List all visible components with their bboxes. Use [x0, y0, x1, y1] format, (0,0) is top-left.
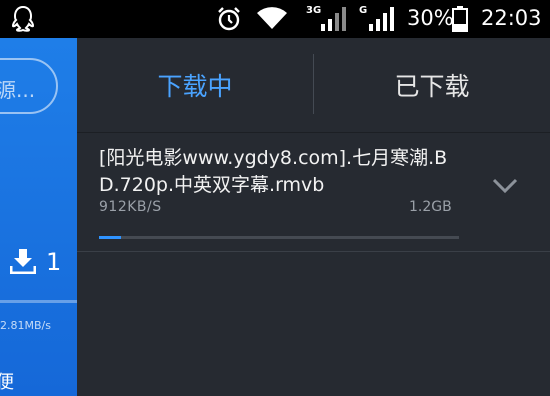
- network-g-label: G: [359, 5, 368, 16]
- battery-icon: [452, 6, 468, 32]
- drawer-bottom-label[interactable]: 便: [0, 368, 14, 394]
- side-drawer: 源... 1 2.81MB/s 便: [0, 38, 77, 396]
- download-icon[interactable]: [10, 248, 36, 274]
- download-count: 1: [46, 248, 62, 276]
- download-title: [阳光电影www.ygdy8.com].七月寒潮.BD.720p.中英双字幕.r…: [99, 147, 448, 196]
- tab-downloading[interactable]: 下载中: [77, 38, 313, 132]
- alarm-icon: [218, 7, 240, 31]
- battery-percent: 30%: [407, 6, 454, 30]
- tab-downloaded[interactable]: 已下载: [314, 38, 550, 132]
- download-size: 1.2GB: [409, 199, 452, 215]
- signal-icon: [369, 7, 394, 31]
- qq-icon: [11, 5, 35, 32]
- drawer-speed: 2.81MB/s: [0, 319, 51, 332]
- download-speed: 912KB/S: [99, 199, 162, 215]
- download-panel: 下载中 已下载 [阳光电影www.ygdy8.com].七月寒潮.BD.720p…: [77, 38, 550, 396]
- status-bar: 3G G 30% 22:03: [0, 0, 550, 38]
- tab-bar: 下载中 已下载: [77, 38, 550, 132]
- download-progress-fill: [99, 236, 121, 239]
- signal-icon: [321, 7, 346, 31]
- download-progress-bar: [99, 236, 459, 239]
- download-item[interactable]: [阳光电影www.ygdy8.com].七月寒潮.BD.720p.中英双字幕.r…: [77, 132, 550, 252]
- clock: 22:03: [481, 6, 542, 30]
- wifi-icon: [257, 7, 287, 30]
- drawer-divider: [0, 300, 77, 303]
- network-3g-label: 3G: [306, 5, 322, 16]
- drawer-search-placeholder: 源...: [0, 78, 36, 102]
- chevron-down-icon[interactable]: [491, 177, 519, 195]
